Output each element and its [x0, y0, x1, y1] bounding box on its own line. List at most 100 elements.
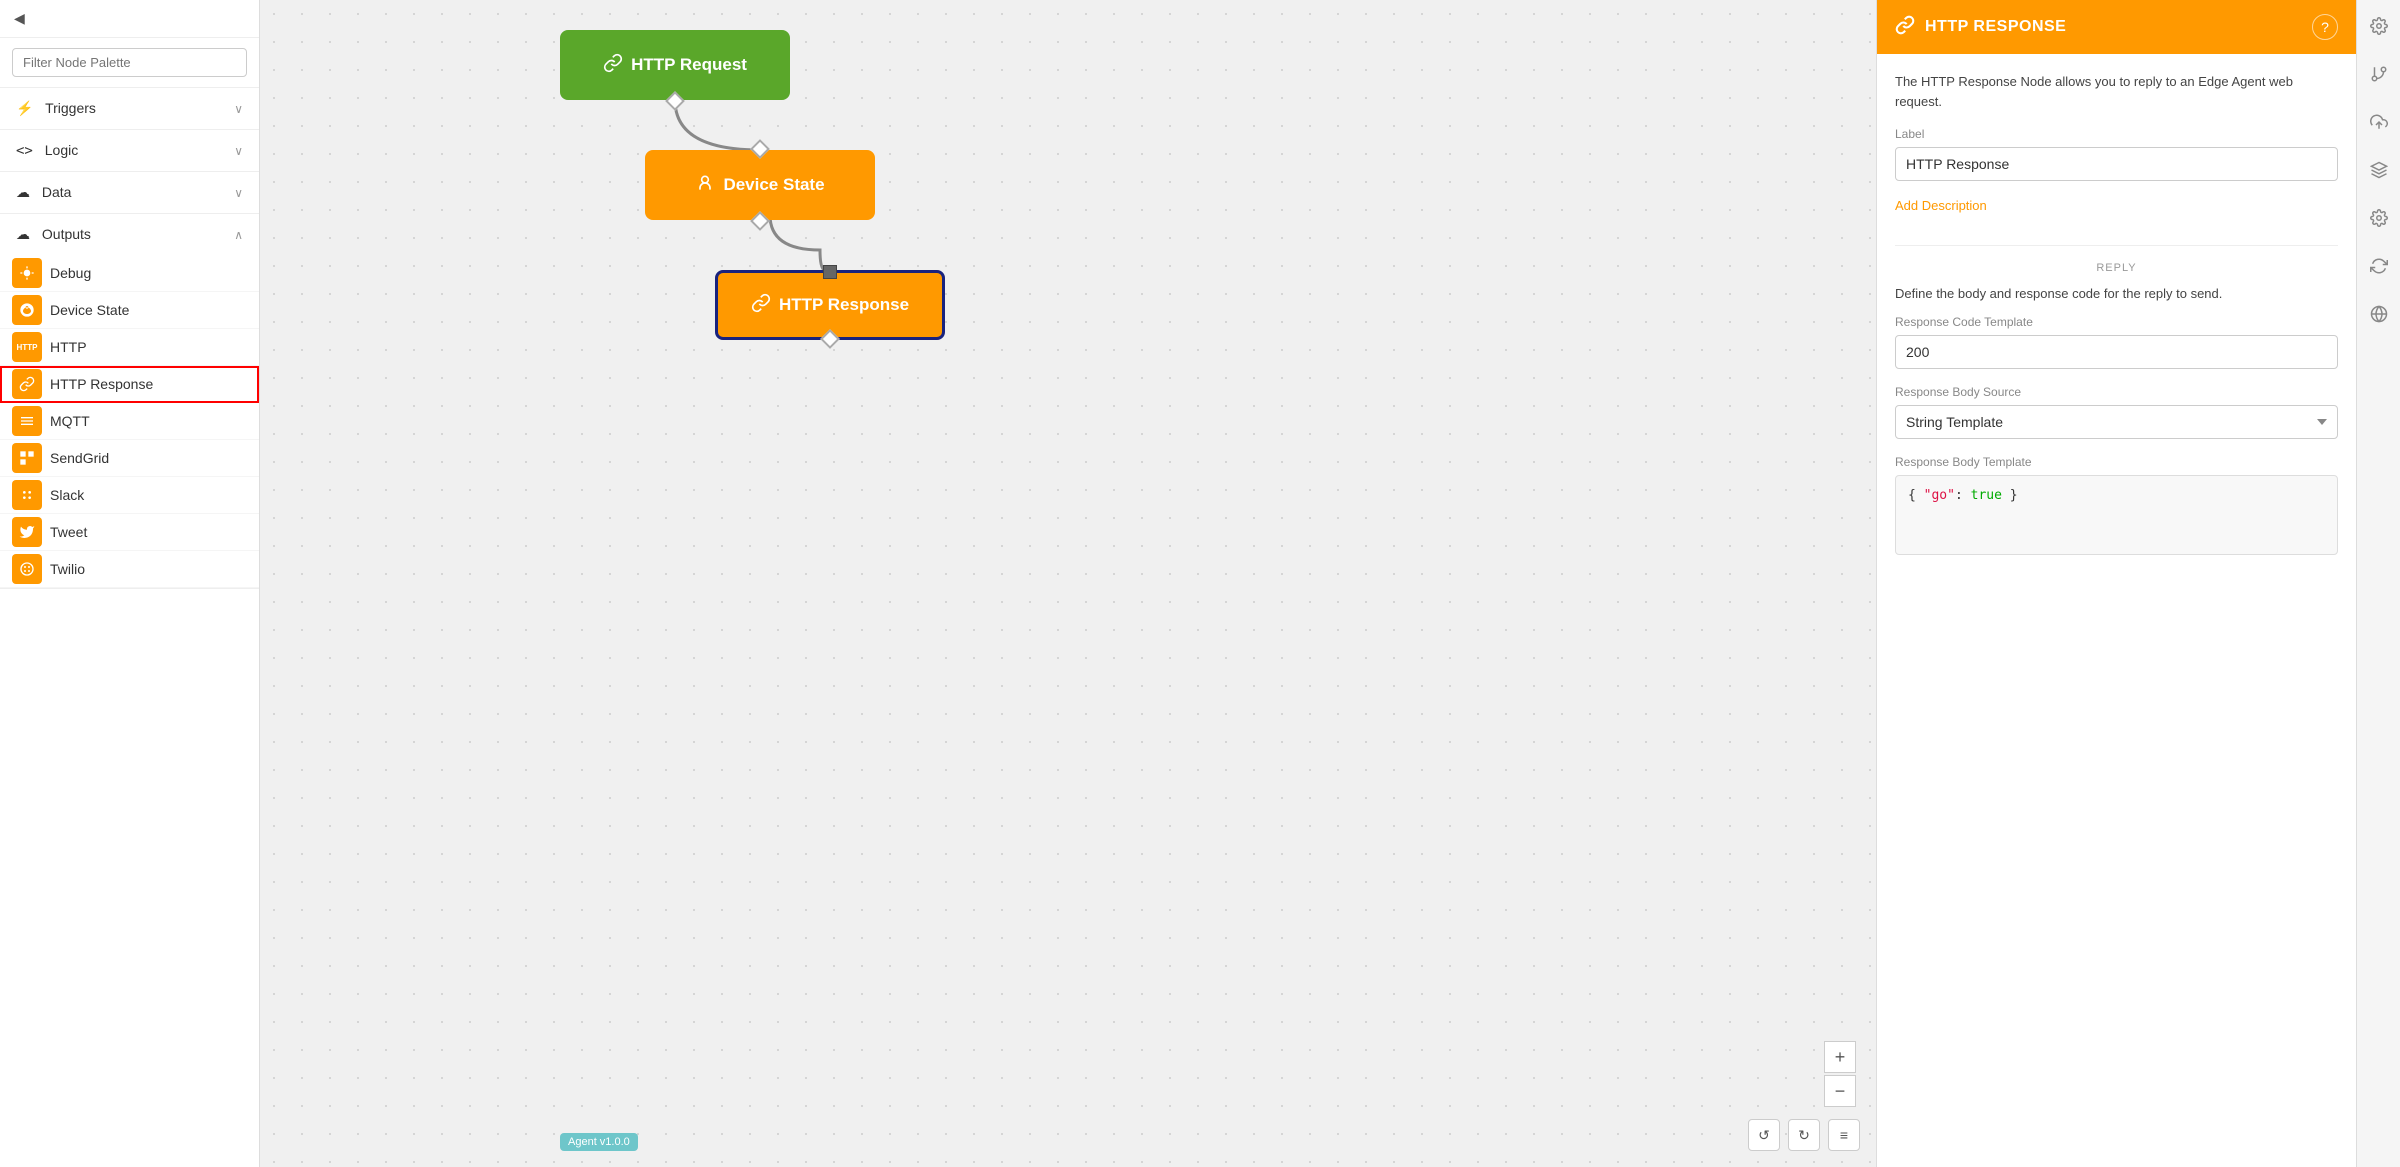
settings-icon[interactable] — [2365, 12, 2393, 40]
tweet-icon — [12, 517, 42, 547]
agent-badge: Agent v1.0.0 — [560, 1133, 638, 1151]
section-data: ☁ Data ∨ — [0, 172, 259, 214]
response-body-source-label: Response Body Source — [1895, 385, 2338, 399]
search-input[interactable] — [12, 48, 247, 77]
response-body-template-label: Response Body Template — [1895, 455, 2338, 469]
sidebar-item-twilio[interactable]: Twilio — [0, 551, 259, 588]
sendgrid-label: SendGrid — [50, 450, 109, 466]
sidebar-item-device-state[interactable]: Device State — [0, 292, 259, 329]
section-outputs-header[interactable]: ☁ Outputs ∧ — [0, 214, 259, 255]
sidebar-item-debug[interactable]: Debug — [0, 255, 259, 292]
sidebar-item-http[interactable]: HTTP HTTP — [0, 329, 259, 366]
data-label: ☁ Data — [16, 184, 71, 201]
flow-canvas[interactable]: HTTP Request Device State HTTP Response … — [260, 0, 1876, 1167]
section-triggers-header[interactable]: ⚡ Triggers ∨ — [0, 88, 259, 129]
sidebar: ◀ ⚡ Triggers ∨ <> Logic ∨ ☁ Data — [0, 0, 260, 1167]
canvas-connections — [260, 0, 1876, 1167]
response-body-template-group: Response Body Template { "go": true } — [1895, 455, 2338, 555]
sidebar-item-slack[interactable]: Slack — [0, 477, 259, 514]
slack-icon — [12, 480, 42, 510]
device-state-label: Device State — [50, 302, 129, 318]
response-body-template-code[interactable]: { "go": true } — [1895, 475, 2338, 555]
zoom-in-button[interactable]: + — [1824, 1041, 1856, 1073]
reply-section-title: REPLY — [1895, 262, 2338, 274]
node-device-state[interactable]: Device State — [645, 150, 875, 220]
mqtt-icon — [12, 406, 42, 436]
device-state-node-icon — [695, 173, 715, 198]
reply-divider — [1895, 245, 2338, 246]
help-button[interactable]: ? — [2312, 14, 2338, 40]
code-string-go: "go" — [1924, 488, 1955, 503]
twilio-label: Twilio — [50, 561, 85, 577]
add-description-link[interactable]: Add Description — [1895, 198, 1987, 213]
right-panel-header: HTTP RESPONSE ? — [1877, 0, 2356, 54]
zoom-out-button[interactable]: − — [1824, 1075, 1856, 1107]
globe-icon[interactable] — [2365, 300, 2393, 328]
header-link-icon — [1895, 15, 1915, 40]
response-body-source-group: Response Body Source String Template Pay… — [1895, 385, 2338, 439]
response-code-label: Response Code Template — [1895, 315, 2338, 329]
data-chevron: ∨ — [234, 186, 243, 200]
code-bool-true: true — [1971, 488, 2002, 503]
upload-icon[interactable] — [2365, 108, 2393, 136]
logic-chevron: ∨ — [234, 144, 243, 158]
sidebar-item-tweet[interactable]: Tweet — [0, 514, 259, 551]
canvas-bottom-bar: ↺ ↻ ≡ — [1748, 1119, 1860, 1151]
right-panel-body: The HTTP Response Node allows you to rep… — [1877, 54, 2356, 1167]
code-normal-3: } — [2002, 488, 2018, 503]
label-input[interactable] — [1895, 147, 2338, 181]
http-request-node-icon — [603, 53, 623, 78]
section-logic-header[interactable]: <> Logic ∨ — [0, 130, 259, 171]
response-code-input[interactable] — [1895, 335, 2338, 369]
right-panel: HTTP RESPONSE ? The HTTP Response Node a… — [1876, 0, 2356, 1167]
tweet-label: Tweet — [50, 524, 87, 540]
section-logic: <> Logic ∨ — [0, 130, 259, 172]
http-icon: HTTP — [12, 332, 42, 362]
sidebar-search-container — [0, 38, 259, 88]
triggers-label: ⚡ Triggers — [16, 100, 96, 117]
panel-description: The HTTP Response Node allows you to rep… — [1895, 72, 2338, 111]
device-state-icon — [12, 295, 42, 325]
far-right-bar — [2356, 0, 2400, 1167]
response-body-source-select[interactable]: String Template Payload JSON Template — [1895, 405, 2338, 439]
right-panel-title: HTTP RESPONSE — [1895, 15, 2066, 40]
section-triggers: ⚡ Triggers ∨ — [0, 88, 259, 130]
sendgrid-icon — [12, 443, 42, 473]
code-normal-2: : — [1955, 488, 1971, 503]
label-field-group: Label — [1895, 127, 2338, 181]
debug-label: Debug — [50, 265, 91, 281]
undo-button[interactable]: ↺ — [1748, 1119, 1780, 1151]
http-response-node-label: HTTP Response — [779, 295, 909, 315]
logic-label: <> Logic — [16, 142, 78, 159]
header-title-text: HTTP RESPONSE — [1925, 18, 2066, 36]
sidebar-item-sendgrid[interactable]: SendGrid — [0, 440, 259, 477]
menu-button[interactable]: ≡ — [1828, 1119, 1860, 1151]
outputs-items: Debug Device State HTTP HTTP HTTP Respon… — [0, 255, 259, 588]
label-field-label: Label — [1895, 127, 2338, 141]
back-icon: ◀ — [14, 10, 25, 27]
outputs-label: ☁ Outputs — [16, 226, 91, 243]
sidebar-item-http-response[interactable]: HTTP Response — [0, 366, 259, 403]
http-label: HTTP — [50, 339, 87, 355]
redo-button[interactable]: ↻ — [1788, 1119, 1820, 1151]
branch-icon[interactable] — [2365, 60, 2393, 88]
mqtt-label: MQTT — [50, 413, 90, 429]
node-http-response[interactable]: HTTP Response — [715, 270, 945, 340]
sidebar-back-button[interactable]: ◀ — [0, 0, 259, 38]
advanced-settings-icon[interactable] — [2365, 204, 2393, 232]
device-state-node-label: Device State — [723, 175, 824, 195]
reply-section-desc: Define the body and response code for th… — [1895, 286, 2338, 301]
section-outputs: ☁ Outputs ∧ Debug Device State — [0, 214, 259, 589]
section-data-header[interactable]: ☁ Data ∨ — [0, 172, 259, 213]
layers-icon[interactable] — [2365, 156, 2393, 184]
http-response-node-icon — [751, 293, 771, 318]
code-normal-1: { — [1908, 488, 1924, 503]
http-request-output-connector[interactable] — [665, 91, 685, 111]
response-code-group: Response Code Template — [1895, 315, 2338, 369]
sidebar-item-mqtt[interactable]: MQTT — [0, 403, 259, 440]
outputs-chevron: ∧ — [234, 228, 243, 242]
slack-label: Slack — [50, 487, 84, 503]
sync-icon[interactable] — [2365, 252, 2393, 280]
triggers-chevron: ∨ — [234, 102, 243, 116]
node-http-request[interactable]: HTTP Request — [560, 30, 790, 100]
